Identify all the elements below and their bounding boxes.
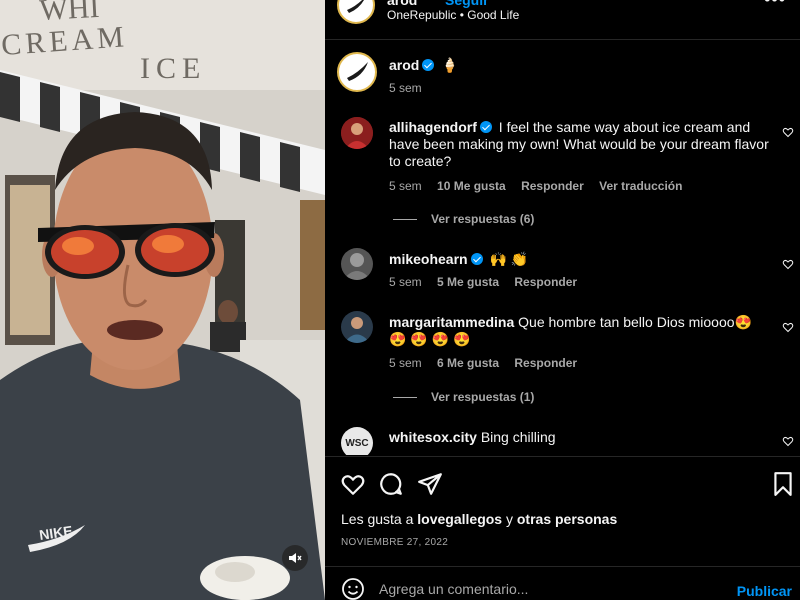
comment-avatar[interactable]: WSC [341, 427, 373, 455]
follow-button[interactable]: Seguir [445, 0, 489, 8]
user-photo-icon [341, 311, 373, 343]
like-comment-heart-icon[interactable] [782, 321, 794, 333]
comment-time: 5 sem [389, 179, 422, 193]
speaker-muted-icon [289, 553, 302, 563]
video-frame-illustration: WHI CREAM ICE NIKE [0, 0, 325, 600]
post-date[interactable]: NOVIEMBRE 27, 2022 [341, 537, 448, 548]
comment-text: margaritammedina Que hombre tan bello Di… [389, 314, 769, 348]
more-options-button[interactable]: ••• [764, 0, 786, 8]
reply-button[interactable]: Responder [521, 179, 584, 193]
comment-meta: 5 sem 10 Me gusta Responder Ver traducci… [389, 179, 694, 193]
view-replies-label: Ver respuestas (6) [431, 212, 535, 226]
swoosh-logo-icon [341, 0, 371, 20]
comment-likes-count[interactable]: 10 Me gusta [437, 179, 506, 193]
swoosh-logo-icon [341, 56, 373, 88]
post-media-video[interactable]: WHI CREAM ICE NIKE [0, 0, 325, 600]
comment-text: allihagendorf I feel the same way about … [389, 119, 769, 170]
comment-body: 🙌 👏 [489, 251, 529, 267]
comment-time: 5 sem [389, 356, 422, 370]
comment-username[interactable]: mikeohearn [389, 251, 468, 267]
post-details-panel: arod Seguir OneRepublic • Good Life ••• … [325, 0, 800, 600]
comment-bubble-icon[interactable] [378, 471, 404, 497]
post-actions-bar: Les gusta a lovegallegos y otras persona… [325, 456, 800, 566]
view-replies-button[interactable]: Ver respuestas (6) [393, 212, 534, 226]
comment-meta: 5 sem 6 Me gusta Responder [389, 356, 589, 370]
author-username[interactable]: arod [387, 0, 417, 8]
likes-connector: y [505, 511, 513, 527]
like-comment-heart-icon[interactable] [782, 126, 794, 138]
comment-body: Bing chilling [480, 429, 556, 445]
emoji-icon[interactable] [341, 577, 365, 600]
user-photo-icon [341, 117, 373, 149]
caption-time: 5 sem [389, 81, 422, 95]
comment-avatar[interactable] [341, 117, 373, 149]
caption-avatar[interactable] [337, 52, 377, 92]
reply-button[interactable]: Responder [514, 275, 577, 289]
likes-others-link[interactable]: otras personas [517, 511, 617, 527]
author-avatar[interactable] [337, 0, 375, 24]
sign-text-ice: ICE [140, 52, 206, 85]
post-header: arod Seguir OneRepublic • Good Life ••• [325, 0, 800, 40]
like-comment-heart-icon[interactable] [782, 258, 794, 270]
comment-username[interactable]: whitesox.city [389, 429, 477, 445]
caption-body: 🍦 [441, 57, 459, 73]
comment-avatar[interactable] [341, 248, 373, 280]
comment-input[interactable] [379, 581, 719, 597]
caption-meta: 5 sem [389, 81, 434, 95]
replies-divider [393, 219, 417, 221]
like-heart-icon[interactable] [340, 471, 366, 497]
comment-username[interactable]: allihagendorf [389, 119, 477, 135]
likes-user-link[interactable]: lovegallegos [417, 511, 502, 527]
reply-button[interactable]: Responder [514, 356, 577, 370]
verified-badge-icon [479, 121, 492, 133]
share-paper-plane-icon[interactable] [417, 471, 443, 497]
comment-likes-count[interactable]: 6 Me gusta [437, 356, 499, 370]
mute-toggle-button[interactable] [282, 545, 308, 571]
comment-text: whitesox.city Bing chilling [389, 429, 769, 446]
replies-divider [393, 397, 417, 399]
translate-button[interactable]: Ver traducción [599, 179, 682, 193]
comment-meta: 5 sem 5 Me gusta Responder [389, 275, 589, 289]
like-comment-heart-icon[interactable] [782, 435, 794, 447]
likes-summary: Les gusta a lovegallegos y otras persona… [341, 511, 617, 527]
comment-username[interactable]: margaritammedina [389, 314, 514, 330]
view-replies-button[interactable]: Ver respuestas (1) [393, 390, 534, 404]
user-photo-icon [341, 248, 373, 280]
avatar-initials: WSC [345, 437, 369, 449]
audio-track-link[interactable]: OneRepublic • Good Life [387, 8, 519, 22]
comments-list[interactable]: arod 🍦 5 sem allihagendorf I feel the sa… [325, 41, 800, 455]
save-bookmark-icon[interactable] [770, 471, 796, 497]
likes-prefix: Les gusta a [341, 511, 414, 527]
publish-button[interactable]: Publicar [737, 583, 792, 599]
comment-time: 5 sem [389, 275, 422, 289]
add-comment-bar: Publicar [325, 566, 800, 600]
verified-badge-icon [470, 253, 483, 265]
verified-badge-icon [422, 59, 435, 71]
comment-likes-count[interactable]: 5 Me gusta [437, 275, 499, 289]
comment-text: mikeohearn 🙌 👏 [389, 251, 769, 268]
view-replies-label: Ver respuestas (1) [431, 390, 535, 404]
caption-username[interactable]: arod [389, 57, 419, 73]
comment-avatar[interactable] [341, 311, 373, 343]
caption-text: arod 🍦 [389, 57, 769, 74]
